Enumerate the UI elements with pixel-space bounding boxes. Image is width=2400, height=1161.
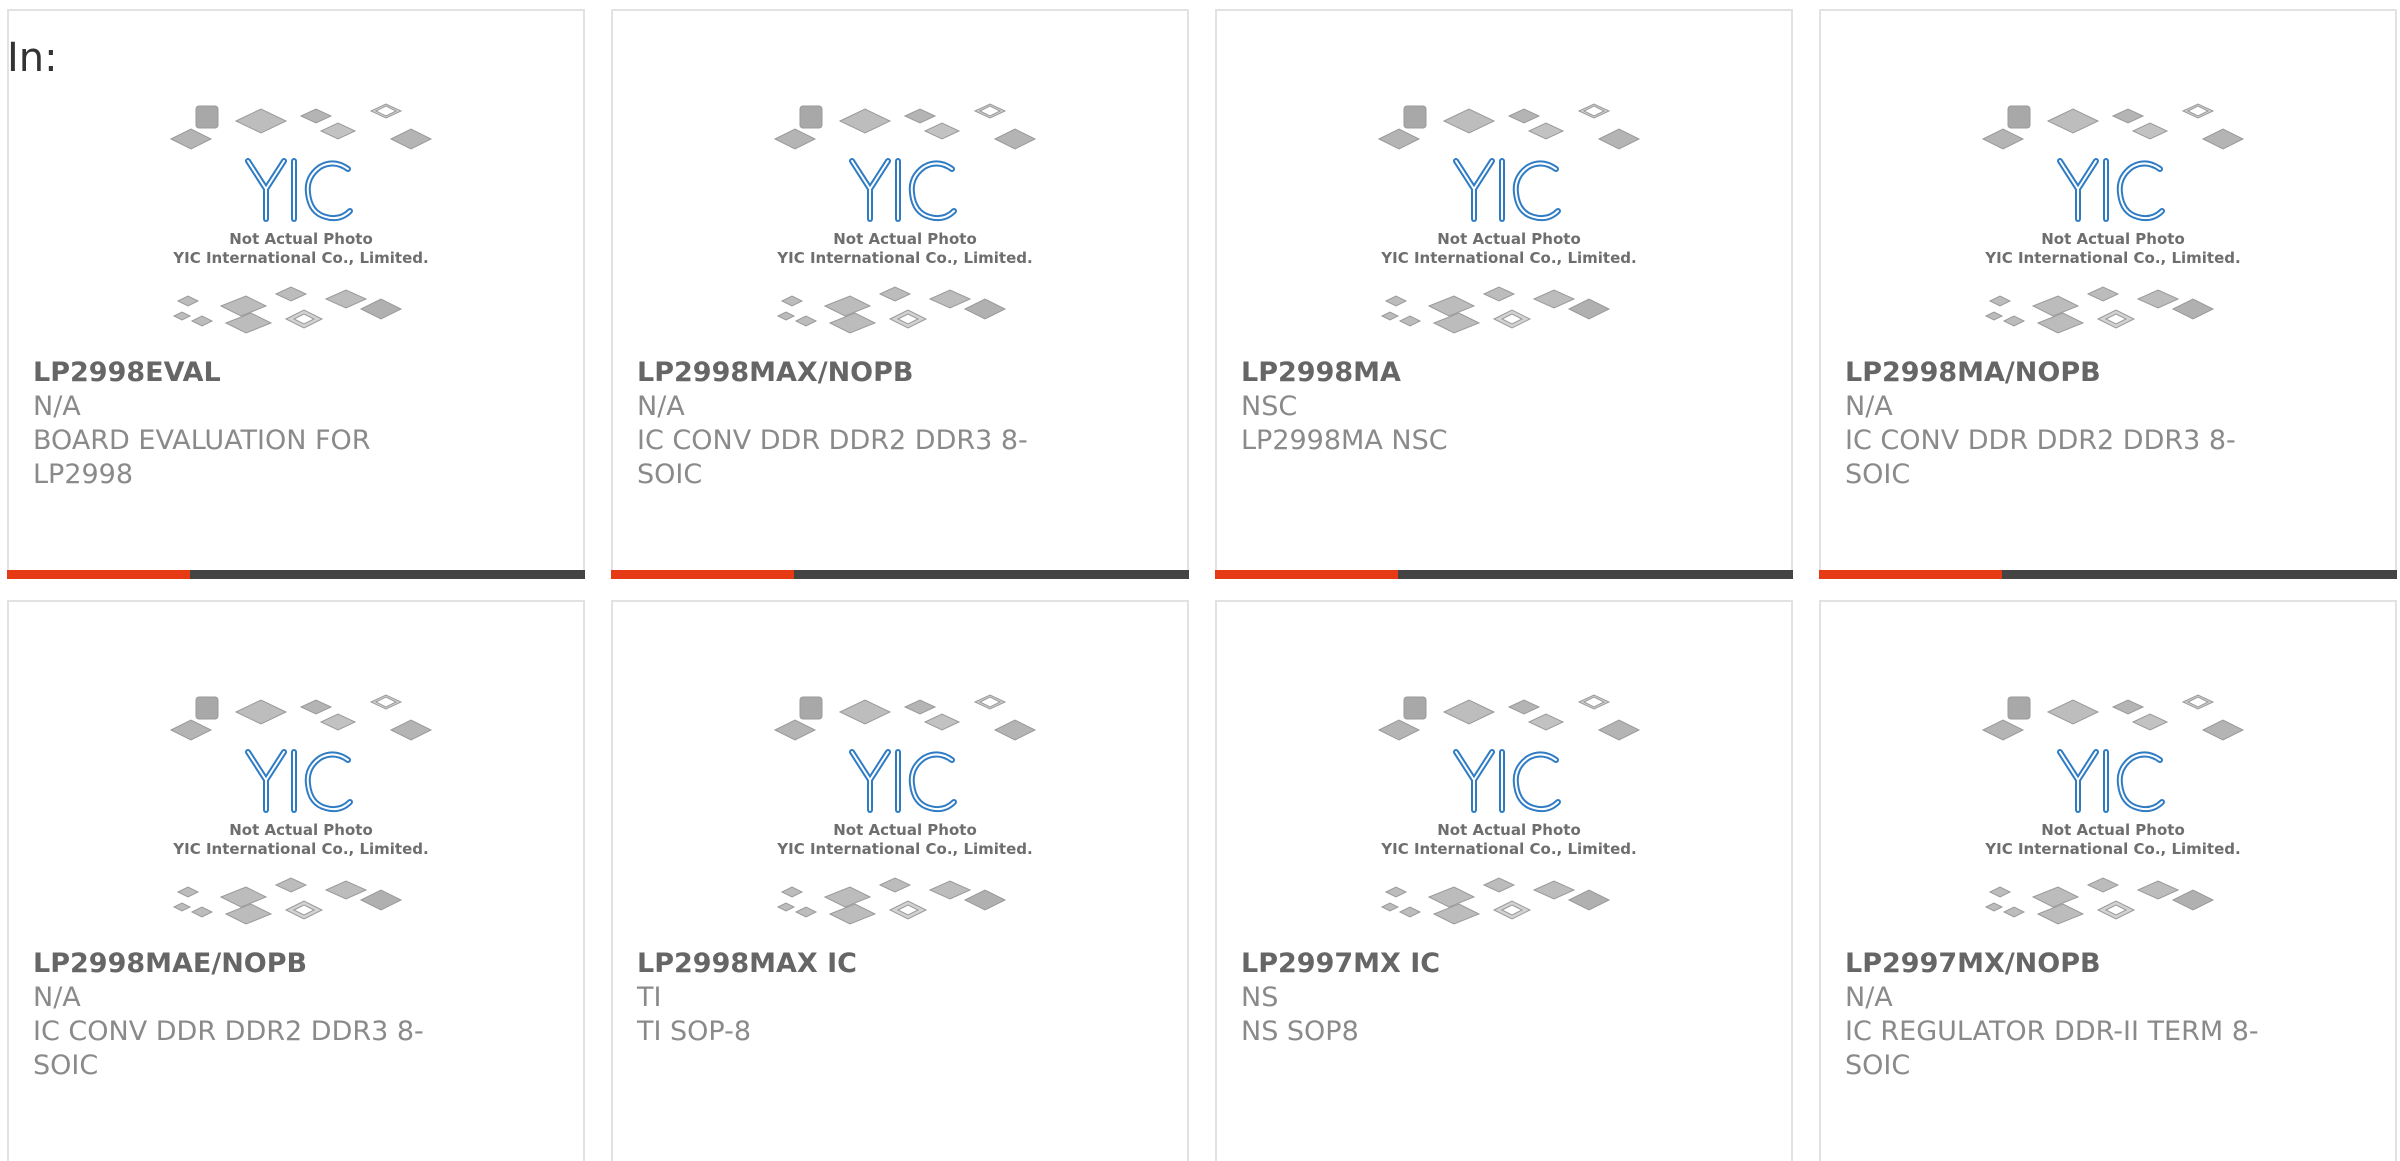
product-info: LP2998MA/NOPB N/A IC CONV DDR DDR2 DDR3 8-… bbox=[1845, 356, 2265, 492]
manufacturer: NSC bbox=[1241, 391, 1298, 422]
photo-caption-line2: YIC International Co., Limited. bbox=[1380, 840, 1636, 858]
description: BOARD EVALUATION FOR LP2998 bbox=[33, 425, 371, 490]
description: IC CONV DDR DDR2 DDR3 8-SOIC bbox=[33, 1016, 424, 1081]
manufacturer: N/A bbox=[637, 391, 685, 422]
product-card[interactable]: Not Actual Photo YIC International Co., … bbox=[7, 600, 585, 1161]
product-card[interactable]: Not Actual Photo YIC International Co., … bbox=[611, 9, 1189, 579]
card-bottom-bar bbox=[611, 570, 1189, 579]
product-card[interactable]: Not Actual Photo YIC International Co., … bbox=[611, 600, 1189, 1161]
description: IC CONV DDR DDR2 DDR3 8-SOIC bbox=[637, 425, 1028, 490]
part-number-link[interactable]: LP2998MAX IC bbox=[637, 947, 1057, 981]
product-info: LP2998MA NSC LP2998MA NSC bbox=[1241, 356, 1661, 458]
photo-caption-line2: YIC International Co., Limited. bbox=[172, 249, 428, 267]
product-photo-placeholder[interactable]: Not Actual Photo YIC International Co., … bbox=[1978, 692, 2248, 942]
product-card[interactable]: Not Actual Photo YIC International Co., … bbox=[1215, 600, 1793, 1161]
photo-caption-line2: YIC International Co., Limited. bbox=[776, 249, 1032, 267]
part-number-link[interactable]: LP2997MX IC bbox=[1241, 947, 1661, 981]
description: TI SOP-8 bbox=[637, 1016, 752, 1047]
product-photo-placeholder[interactable]: Not Actual Photo YIC International Co., … bbox=[770, 692, 1040, 942]
product-photo-placeholder[interactable]: Not Actual Photo YIC International Co., … bbox=[1978, 101, 2248, 351]
card-bar-accent bbox=[611, 570, 794, 579]
product-card[interactable]: Not Actual Photo YIC International Co., … bbox=[1215, 9, 1793, 579]
product-photo-placeholder[interactable]: Not Actual Photo YIC International Co., … bbox=[770, 101, 1040, 351]
product-info: LP2997MX IC NS NS SOP8 bbox=[1241, 947, 1661, 1049]
description: LP2998MA NSC bbox=[1241, 425, 1448, 456]
photo-caption-line1: Not Actual Photo bbox=[2041, 821, 2185, 839]
photo-caption-line2: YIC International Co., Limited. bbox=[172, 840, 428, 858]
card-bottom-bar bbox=[7, 570, 585, 579]
part-number-link[interactable]: LP2998EVAL bbox=[33, 356, 453, 390]
product-grid-page: In: Not Actual Photo YIC International C… bbox=[0, 0, 2400, 1161]
photo-caption-line2: YIC International Co., Limited. bbox=[1984, 249, 2240, 267]
part-number-link[interactable]: LP2998MAX/NOPB bbox=[637, 356, 1057, 390]
product-photo-placeholder[interactable]: Not Actual Photo YIC International Co., … bbox=[1374, 692, 1644, 942]
product-info: LP2998EVAL N/A BOARD EVALUATION FOR LP2998 bbox=[33, 356, 453, 492]
description: IC CONV DDR DDR2 DDR3 8-SOIC bbox=[1845, 425, 2236, 490]
manufacturer: N/A bbox=[1845, 391, 1893, 422]
description: NS SOP8 bbox=[1241, 1016, 1359, 1047]
manufacturer: N/A bbox=[1845, 982, 1893, 1013]
photo-caption-line2: YIC International Co., Limited. bbox=[776, 840, 1032, 858]
product-card[interactable]: Not Actual Photo YIC International Co., … bbox=[1819, 600, 2397, 1161]
product-info: LP2997MX/NOPB N/A IC REGULATOR DDR-II TERM… bbox=[1845, 947, 2265, 1083]
manufacturer: NS bbox=[1241, 982, 1279, 1013]
card-bottom-bar bbox=[1819, 570, 2397, 579]
manufacturer: N/A bbox=[33, 391, 81, 422]
part-number-link[interactable]: LP2997MX/NOPB bbox=[1845, 947, 2265, 981]
in-label: In: bbox=[7, 35, 58, 81]
photo-caption-line1: Not Actual Photo bbox=[1437, 821, 1581, 839]
card-bottom-bar bbox=[1215, 570, 1793, 579]
card-bar-accent bbox=[1215, 570, 1398, 579]
product-info: LP2998MAX IC TI TI SOP-8 bbox=[637, 947, 1057, 1049]
photo-caption-line1: Not Actual Photo bbox=[229, 821, 373, 839]
description: IC REGULATOR DDR-II TERM 8-SOIC bbox=[1845, 1016, 2259, 1081]
photo-caption-line1: Not Actual Photo bbox=[229, 230, 373, 248]
photo-caption-line2: YIC International Co., Limited. bbox=[1380, 249, 1636, 267]
photo-caption-line1: Not Actual Photo bbox=[1437, 230, 1581, 248]
photo-caption-line1: Not Actual Photo bbox=[833, 230, 977, 248]
manufacturer: N/A bbox=[33, 982, 81, 1013]
photo-caption-line1: Not Actual Photo bbox=[833, 821, 977, 839]
product-card[interactable]: Not Actual Photo YIC International Co., … bbox=[7, 9, 585, 579]
card-bar-accent bbox=[1819, 570, 2002, 579]
product-card[interactable]: Not Actual Photo YIC International Co., … bbox=[1819, 9, 2397, 579]
product-photo-placeholder[interactable]: Not Actual Photo YIC International Co., … bbox=[166, 101, 436, 351]
photo-caption-line2: YIC International Co., Limited. bbox=[1984, 840, 2240, 858]
product-photo-placeholder[interactable]: Not Actual Photo YIC International Co., … bbox=[1374, 101, 1644, 351]
manufacturer: TI bbox=[637, 982, 662, 1013]
card-bar-accent bbox=[7, 570, 190, 579]
part-number-link[interactable]: LP2998MA bbox=[1241, 356, 1661, 390]
product-info: LP2998MAX/NOPB N/A IC CONV DDR DDR2 DDR3 8… bbox=[637, 356, 1057, 492]
product-info: LP2998MAE/NOPB N/A IC CONV DDR DDR2 DDR3 8… bbox=[33, 947, 453, 1083]
part-number-link[interactable]: LP2998MAE/NOPB bbox=[33, 947, 453, 981]
product-photo-placeholder[interactable]: Not Actual Photo YIC International Co., … bbox=[166, 692, 436, 942]
photo-caption-line1: Not Actual Photo bbox=[2041, 230, 2185, 248]
part-number-link[interactable]: LP2998MA/NOPB bbox=[1845, 356, 2265, 390]
